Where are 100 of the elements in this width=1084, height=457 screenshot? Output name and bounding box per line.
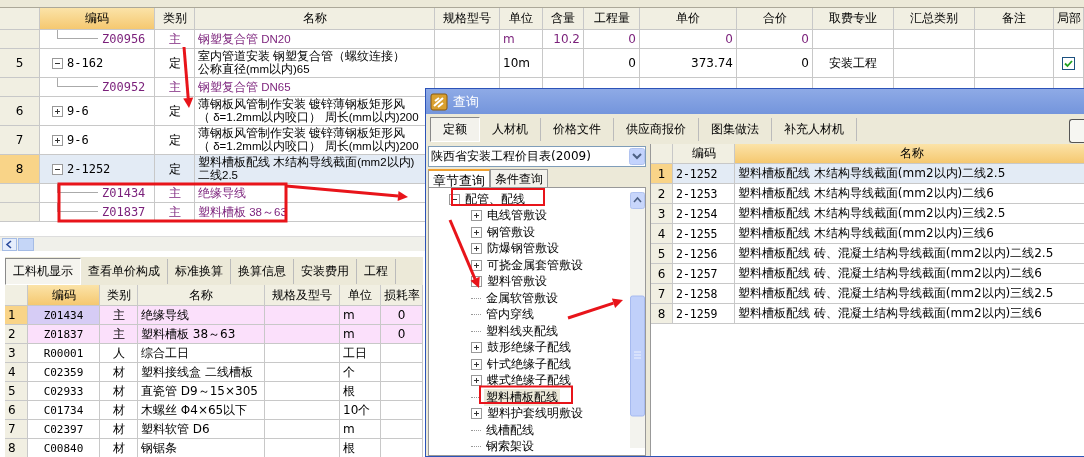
column-header[interactable]: 类别 [100,285,138,306]
tree-item[interactable]: 针式绝缘子配线 [485,355,573,373]
table-cell: 10m [500,49,543,78]
expand-icon[interactable] [471,375,482,387]
tab[interactable]: 标准换算 [168,258,231,284]
tree-item[interactable]: 塑料管敷设 [485,273,549,291]
tree-item[interactable]: 管内穿线 [484,306,536,324]
table-cell: 材 [100,420,138,439]
column-header[interactable]: 编码 [40,8,155,30]
scrollbar[interactable] [630,192,645,448]
tree-item[interactable]: 蝶式绝缘子配线 [485,372,573,390]
expand-icon[interactable] [471,226,482,238]
expand-icon[interactable] [471,243,482,255]
row-number: 1 [5,306,28,325]
result-row[interactable]: 8 2-1259 塑料槽板配线 砖、混凝土结构导线截面(mm2以内)三线6 [651,304,1084,324]
column-header[interactable]: 单价 [640,8,737,30]
tree-item[interactable]: 线槽配线 [484,421,536,439]
tree-item[interactable]: 塑料线夹配线 [484,322,560,340]
column-header[interactable]: 编码 [673,144,735,164]
expand-icon[interactable] [471,259,482,271]
table-cell: 塑料软管 D6 [138,420,265,439]
row-number: 8 [5,439,28,457]
result-row[interactable]: 5 2-1256 塑料槽板配线 砖、混凝土结构导线截面(mm2以内)二线2.5 [651,244,1084,264]
result-row[interactable]: 4 2-1255 塑料槽板配线 木结构导线截面(mm2以内)三线6 [651,224,1084,244]
tab[interactable]: 换算信息 [231,258,294,284]
tree-item[interactable]: 鼓形绝缘子配线 [485,339,573,357]
column-header[interactable]: 取费专业 [813,8,894,30]
table-cell: 材 [100,439,138,457]
table-cell: 2-1257 [673,264,735,284]
result-row[interactable]: 7 2-1258 塑料槽板配线 砖、混凝土结构导线截面(mm2以内)三线2.5 [651,284,1084,304]
tree-item[interactable]: 钢管敷设 [485,223,537,241]
tab[interactable]: 工料机显示 [5,257,81,285]
row-number: 3 [5,344,28,363]
tree-item[interactable]: 塑料护套线明敷设 [485,405,585,423]
expand-icon[interactable] [471,210,482,222]
table-cell: 10个 [340,401,381,420]
expand-icon[interactable] [471,358,482,370]
collapse-icon[interactable] [52,163,63,175]
item-code: 2-1252 [67,162,111,176]
scrollbar[interactable] [0,236,425,251]
expand-icon[interactable] [471,342,482,354]
tree-item[interactable]: 可挠金属套管敷设 [485,256,585,274]
column-header[interactable]: 编码 [28,285,100,306]
column-header[interactable]: 名称 [735,144,1084,164]
tab[interactable]: 查看单价构成 [81,258,168,284]
column-header[interactable]: 局部 [1054,8,1084,30]
table-cell: C01734 [28,401,100,420]
result-row[interactable]: 2 2-1253 塑料槽板配线 木结构导线截面(mm2以内)二线6 [651,184,1084,204]
tab[interactable]: 章节查询 [428,169,490,187]
collapse-icon[interactable] [449,193,460,205]
result-row[interactable]: 6 2-1257 塑料槽板配线 砖、混凝土结构导线截面(mm2以内)二线6 [651,264,1084,284]
table-cell: 个 [340,363,381,382]
tree-item[interactable]: 防爆钢管敷设 [485,240,561,258]
table-cell: 安装工程 [813,49,894,78]
column-header[interactable]: 类别 [155,8,195,30]
checkbox[interactable] [1062,56,1075,70]
column-header[interactable]: 规格及型号 [265,285,340,306]
column-header[interactable]: 合价 [737,8,813,30]
column-header[interactable]: 汇总类别 [894,8,975,30]
tab[interactable]: 工程 [357,258,396,284]
dropdown-icon[interactable] [629,148,645,165]
column-header[interactable]: 含量 [543,8,584,30]
expand-icon[interactable] [52,105,63,117]
tab[interactable]: 人材机 [480,117,541,141]
tree-item[interactable]: 电线管敷设 [485,207,549,225]
tab[interactable]: 供应商报价 [614,117,699,141]
table-cell: 主 [155,78,195,97]
table-cell: 定 [155,49,195,78]
column-header[interactable]: 名称 [138,285,265,306]
column-header[interactable]: 单位 [340,285,381,306]
tab[interactable]: 补充人材机 [772,117,857,141]
expand-icon[interactable] [52,134,63,146]
row-number: 5 [5,382,28,401]
tab[interactable]: 安装费用 [294,258,357,284]
scroll-arrow-icon[interactable] [2,237,34,251]
tab[interactable]: 图集做法 [699,117,772,141]
column-header[interactable]: 规格型号 [435,8,500,30]
table-cell: C02359 [28,363,100,382]
result-row[interactable]: 1 2-1252 塑料槽板配线 木结构导线截面(mm2以内)二线2.5 [651,164,1084,184]
row-number: 5 [651,244,673,264]
tree-item[interactable]: 配管、配线 [463,190,527,208]
expand-icon[interactable] [471,408,482,420]
column-header[interactable]: 损耗率 [381,285,423,306]
result-row[interactable]: 3 2-1254 塑料槽板配线 木结构导线截面(mm2以内)三线2.5 [651,204,1084,224]
tab[interactable]: 定额 [430,116,480,142]
tree-item[interactable]: 钢索架设 [484,438,536,456]
row-number: 3 [651,204,673,224]
table-cell: C00840 [28,439,100,457]
tab[interactable]: 条件查询 [490,169,548,187]
tree-line [471,330,481,332]
tree-line [471,446,481,448]
collapse-icon[interactable] [52,57,63,69]
button[interactable] [1069,119,1084,143]
tab[interactable]: 价格文件 [541,117,614,141]
column-header[interactable]: 名称 [195,8,435,30]
column-header[interactable]: 单位 [500,8,543,30]
column-header[interactable]: 备注 [975,8,1054,30]
column-header[interactable]: 工程量 [584,8,640,30]
tree-line [471,314,481,316]
tree-item[interactable]: 金属软管敷设 [484,289,560,307]
